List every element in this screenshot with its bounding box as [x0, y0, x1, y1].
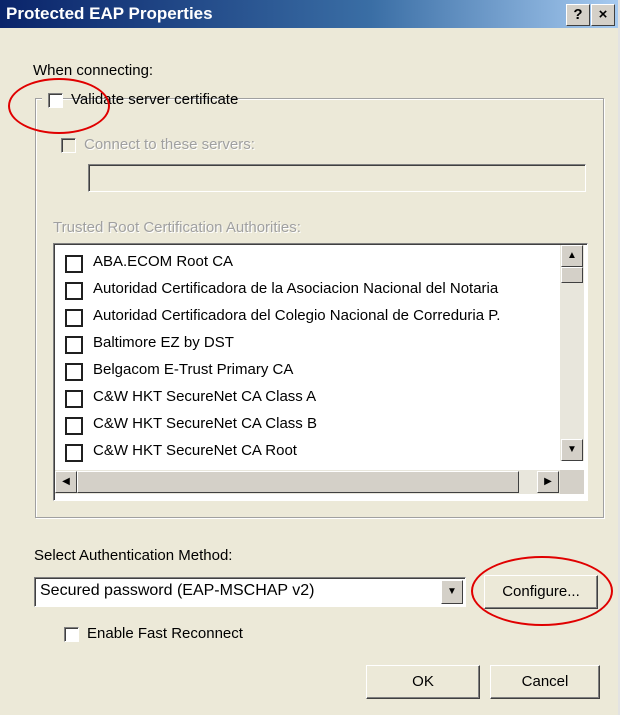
auth-method-select[interactable]: Secured password (EAP-MSCHAP v2) ▼	[34, 577, 466, 607]
protected-eap-dialog: Protected EAP Properties ? × When connec…	[0, 0, 620, 715]
trusted-root-ca-list[interactable]: ABA.ECOM Root CA Autoridad Certificadora…	[53, 243, 588, 501]
list-item-checkbox[interactable]	[65, 255, 83, 273]
list-item-checkbox[interactable]	[65, 336, 83, 354]
close-button[interactable]: ×	[591, 4, 615, 26]
list-item-label: Autoridad Certificadora de la Asociacion…	[93, 280, 499, 297]
list-item-label: Belgacom E-Trust Primary CA	[93, 361, 294, 378]
fast-reconnect-label[interactable]: Enable Fast Reconnect	[87, 625, 243, 642]
list-item-label: Autoridad Certificadora del Colegio Naci…	[93, 307, 501, 324]
chevron-down-icon[interactable]: ▼	[441, 580, 463, 604]
auth-method-label: Select Authentication Method:	[34, 547, 233, 564]
list-item-checkbox[interactable]	[65, 417, 83, 435]
auth-method-selected: Secured password (EAP-MSCHAP v2)	[40, 582, 315, 599]
list-item-checkbox[interactable]	[65, 444, 83, 462]
list-item-label: C&W HKT SecureNet CA Root	[93, 442, 297, 459]
list-item-checkbox[interactable]	[65, 309, 83, 327]
connect-to-servers-checkbox[interactable]	[61, 138, 76, 153]
help-button[interactable]: ?	[566, 4, 590, 26]
trusted-root-ca-label: Trusted Root Certification Authorities:	[53, 219, 301, 236]
validate-server-certificate-label[interactable]: Validate server certificate	[71, 91, 238, 108]
scroll-down-arrow-icon[interactable]: ▼	[561, 439, 583, 461]
validate-certificate-legend: Validate server certificate	[42, 91, 238, 108]
validate-server-certificate-checkbox[interactable]	[48, 93, 63, 108]
horizontal-scroll-thumb[interactable]	[77, 471, 519, 493]
scroll-left-arrow-icon[interactable]: ◀	[55, 471, 77, 493]
fast-reconnect-checkbox[interactable]	[64, 627, 79, 642]
list-item-label: ABA.ECOM Root CA	[93, 253, 234, 270]
scroll-right-arrow-icon[interactable]: ▶	[537, 471, 559, 493]
list-item-checkbox[interactable]	[65, 282, 83, 300]
cancel-button[interactable]: Cancel	[490, 665, 600, 699]
configure-button[interactable]: Configure...	[484, 575, 598, 609]
window-title: Protected EAP Properties	[6, 4, 213, 23]
list-item-label: C&W HKT SecureNet CA Class B	[93, 415, 317, 432]
title-bar[interactable]: Protected EAP Properties ? ×	[0, 0, 618, 28]
vertical-scroll-thumb[interactable]	[561, 267, 583, 283]
servers-input[interactable]	[88, 164, 586, 192]
list-item-label: Baltimore EZ by DST	[93, 334, 234, 351]
horizontal-scrollbar[interactable]: ◀ ▶	[55, 470, 560, 494]
ok-button[interactable]: OK	[366, 665, 480, 699]
scroll-up-arrow-icon[interactable]: ▲	[561, 245, 583, 267]
vertical-scrollbar[interactable]: ▲ ▼	[560, 245, 584, 461]
list-item-checkbox[interactable]	[65, 363, 83, 381]
when-connecting-label: When connecting:	[33, 62, 154, 79]
list-item-checkbox[interactable]	[65, 390, 83, 408]
list-item-label: C&W HKT SecureNet CA Class A	[93, 388, 317, 405]
scrollbar-corner	[560, 470, 584, 494]
connect-to-servers-label[interactable]: Connect to these servers:	[84, 136, 255, 153]
